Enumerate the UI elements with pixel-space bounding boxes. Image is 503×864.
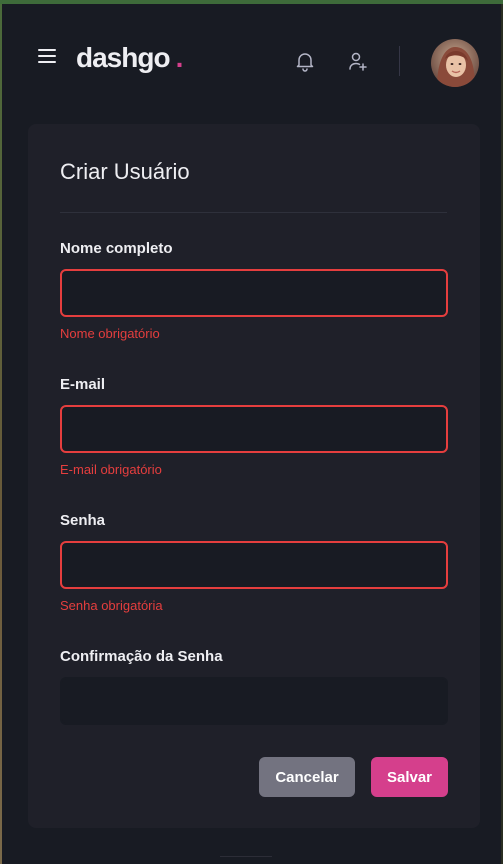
page-title: Criar Usuário: [60, 159, 190, 184]
password-confirmation-input[interactable]: [60, 677, 448, 725]
password-confirmation-label: Confirmação da Senha: [60, 648, 223, 665]
save-button[interactable]: Salvar: [371, 757, 448, 797]
header-separator: [399, 46, 400, 76]
full-name-label: Nome completo: [60, 240, 173, 257]
logo-text: dashgo: [76, 42, 171, 73]
title-divider: [60, 212, 447, 213]
window-left-edge: [0, 4, 2, 864]
full-name-error: Nome obrigatório: [60, 326, 160, 341]
bell-icon[interactable]: [293, 49, 317, 73]
password-input[interactable]: [60, 541, 448, 589]
bottom-scroll-fragment: [220, 856, 272, 861]
cancel-button[interactable]: Cancelar: [259, 757, 355, 797]
app-window: dashgo. Criar Usuário Nome completo Nome…: [0, 0, 503, 864]
user-plus-icon[interactable]: [346, 49, 370, 73]
email-input[interactable]: [60, 405, 448, 453]
menu-icon[interactable]: [36, 46, 60, 68]
top-header: dashgo.: [0, 4, 503, 116]
avatar[interactable]: [431, 39, 479, 87]
email-label: E-mail: [60, 376, 106, 393]
email-error: E-mail obrigatório: [60, 462, 162, 477]
create-user-card: Criar Usuário Nome completo Nome obrigat…: [28, 124, 480, 828]
logo-dot: .: [175, 42, 184, 73]
app-logo: dashgo.: [76, 42, 184, 74]
full-name-input[interactable]: [60, 269, 448, 317]
password-error: Senha obrigatória: [60, 598, 163, 613]
password-label: Senha: [60, 512, 106, 529]
